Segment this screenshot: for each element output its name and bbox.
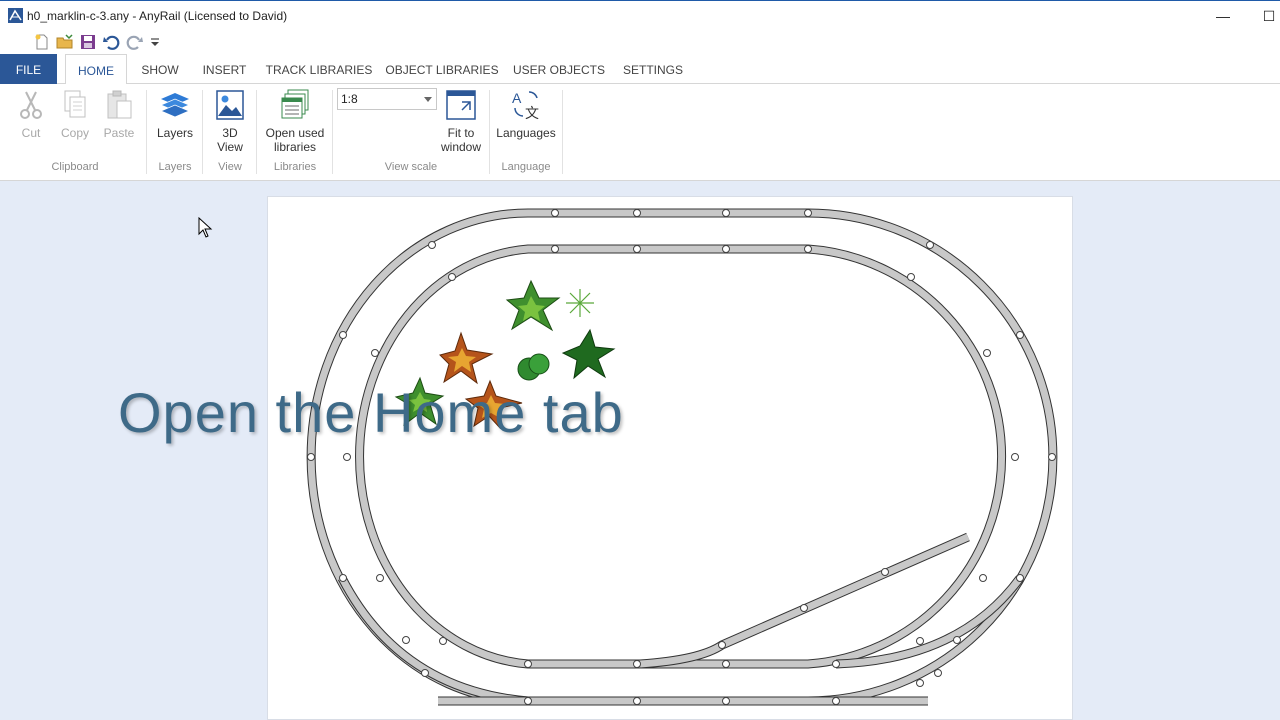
crossover-track-left	[338, 575, 529, 706]
track-layout-drawing[interactable]	[0, 0, 1280, 720]
track-joints	[307, 209, 1056, 705]
outer-track-loop	[306, 208, 1058, 706]
inner-track-loop	[355, 244, 1007, 669]
mouse-cursor-icon	[198, 217, 213, 238]
tutorial-caption: Open the Home tab	[118, 381, 624, 444]
